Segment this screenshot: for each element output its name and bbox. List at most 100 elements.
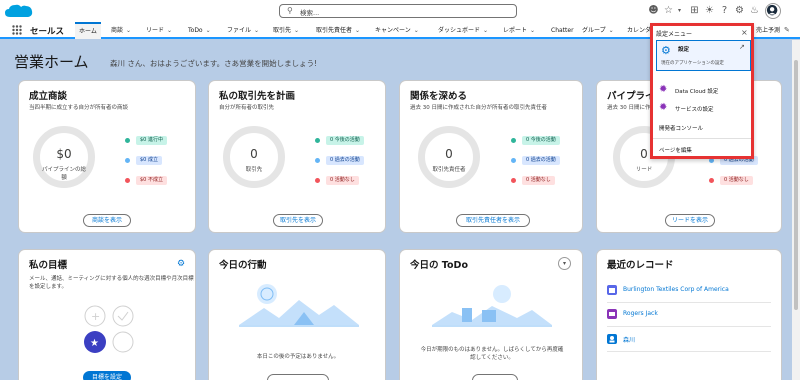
external-link-icon[interactable]: ↗ xyxy=(739,43,745,51)
legend-dot xyxy=(315,158,320,163)
tab-label: リード xyxy=(146,27,165,34)
view-contacts-button[interactable]: 取引先責任者を表示 xyxy=(456,214,530,227)
setup-menu-item-service[interactable]: サービスの設定 xyxy=(675,105,714,113)
tab-contacts[interactable]: 取引先責任者 ⌄ xyxy=(316,22,360,39)
ring-label: 取引先 xyxy=(245,167,263,173)
tab-label: ホーム xyxy=(79,28,97,35)
divider xyxy=(607,351,771,352)
tab-dashboards[interactable]: ダッシュボード ⌄ xyxy=(438,22,488,39)
legend-dot xyxy=(511,158,516,163)
card-title: 私の取引先を計画 xyxy=(219,91,296,102)
chevron-down-icon[interactable]: ⌄ xyxy=(206,27,211,34)
global-search-input[interactable]: ⚲ 検索... xyxy=(279,4,517,18)
svg-text:★: ★ xyxy=(90,338,99,349)
setup-menu-item-datacloud[interactable]: Data Cloud 設定 xyxy=(675,87,718,95)
recent-records-card: 最近のレコード Burlington Textiles Corp of Amer… xyxy=(596,249,782,380)
status-pill: $0 成立 xyxy=(136,156,162,165)
tab-label: 売上予測 xyxy=(756,27,781,34)
chevron-down-icon[interactable]: ⌄ xyxy=(254,27,259,34)
accounts-ring: 0 取引先 xyxy=(223,126,285,188)
tab-reports[interactable]: レポート ⌄ xyxy=(503,22,535,39)
tab-chatter[interactable]: Chatter xyxy=(551,22,574,39)
legend-dot xyxy=(511,138,516,143)
my-goals-card: 私の目標 ⚙ メール、通話、ミーティングに対する個人的な週次目標や月次目標を設定… xyxy=(18,249,196,380)
app-launcher-icon[interactable] xyxy=(12,25,22,35)
todays-tasks-card: 今日の ToDo ▾ 今日が期限のものはありません。しばらくしてから再度確認して… xyxy=(399,249,583,380)
goals-illustration: + ★ xyxy=(84,305,134,353)
data-cloud-icon: ✹ xyxy=(659,84,668,95)
ring-label: パイプラインの総額 xyxy=(41,167,86,181)
setup-menu-header: 設定メニュー xyxy=(656,31,693,38)
svg-text:+: + xyxy=(91,310,100,323)
tab-leads[interactable]: リード ⌄ xyxy=(146,22,172,39)
edit-nav-pencil-icon[interactable]: ✎ xyxy=(784,26,790,34)
tab-label: 取引先責任者 xyxy=(316,27,353,34)
chevron-down-icon[interactable]: ⌄ xyxy=(126,27,131,34)
set-goals-button[interactable]: 目標を設定 xyxy=(83,371,131,380)
setup-menu-item-edit-page[interactable]: ページを編集 xyxy=(659,146,692,154)
legend-dot xyxy=(125,158,130,163)
trailhead-icon[interactable]: ☀ xyxy=(703,4,716,17)
view-tasks-button[interactable] xyxy=(472,374,518,380)
help-icon[interactable]: ? xyxy=(718,4,731,17)
closed-opportunities-card: 成立商談 当四半期に成立する自分が所有者の商談 $0 パイプラインの総額 $0 … xyxy=(18,80,196,233)
tab-campaigns[interactable]: キャンペーン ⌄ xyxy=(375,22,419,39)
greeting-text: 森川 さん、おはようございます。さあ営業を開始しましょう! xyxy=(110,59,318,68)
einstein-icon[interactable]: ☻ xyxy=(647,4,660,17)
setup-gear-icon: ⚙ xyxy=(661,44,671,57)
view-leads-button[interactable]: リードを表示 xyxy=(665,214,715,227)
tab-accounts[interactable]: 取引先 ⌄ xyxy=(273,22,299,39)
recent-record-link[interactable]: Rogers Jack xyxy=(623,310,658,317)
global-actions-icon[interactable]: ⊞ xyxy=(688,4,701,17)
divider xyxy=(607,326,771,327)
task-filter-dropdown-icon[interactable]: ▾ xyxy=(558,257,571,270)
setup-menu-item-setup[interactable]: ⚙ 設定 ↗ 現在のアプリケーションの設定 xyxy=(656,40,751,71)
recent-record-link[interactable]: 森川 xyxy=(623,335,635,344)
chevron-down-icon[interactable]: ⌄ xyxy=(167,27,172,34)
legend-dot xyxy=(511,178,516,183)
scrollbar-thumb[interactable] xyxy=(794,60,798,310)
chevron-down-icon[interactable]: ⌄ xyxy=(530,27,535,34)
view-opportunities-button[interactable]: 商談を表示 xyxy=(83,214,131,227)
notifications-bell-icon[interactable]: ♨ xyxy=(748,4,761,17)
tab-groups[interactable]: グループ ⌄ xyxy=(582,22,614,39)
todays-events-card: 今日の行動 本日この後の予定はありません。 xyxy=(208,249,386,380)
card-subtitle: 過去 30 日間に作成された自分が所有者の取引先責任者 xyxy=(410,105,547,111)
chevron-down-icon[interactable]: ⌄ xyxy=(355,27,360,34)
search-icon: ⚲ xyxy=(287,6,293,15)
contacts-ring: 0 取引先責任者 xyxy=(418,126,480,188)
setup-menu-item-devconsole[interactable]: 開発者コンソール xyxy=(659,124,703,132)
view-accounts-button[interactable]: 取引先を表示 xyxy=(273,214,323,227)
legend-dot xyxy=(315,178,320,183)
recent-record-link[interactable]: Burlington Textiles Corp of America xyxy=(623,286,729,293)
ring-label: 取引先責任者 xyxy=(432,167,466,173)
user-avatar[interactable] xyxy=(765,3,781,19)
chevron-down-icon[interactable]: ⌄ xyxy=(483,27,488,34)
salesforce-logo[interactable] xyxy=(4,3,34,20)
app-name: セールス xyxy=(30,27,65,37)
chevron-down-icon[interactable]: ⌄ xyxy=(414,27,419,34)
tab-forecasts[interactable]: 売上予測 xyxy=(756,22,780,39)
tab-label: 取引先 xyxy=(273,27,292,34)
favorites-dropdown-icon[interactable]: ▾ xyxy=(673,4,686,17)
tab-calendar[interactable]: カレンダ xyxy=(627,22,651,39)
status-pill: 0 今後の活動 xyxy=(326,136,364,145)
tab-files[interactable]: ファイル ⌄ xyxy=(227,22,259,39)
pipeline-ring: $0 パイプラインの総額 xyxy=(33,126,95,188)
tab-label: ファイル xyxy=(227,27,252,34)
events-empty-text: 本日この後の予定はありません。 xyxy=(256,354,340,360)
events-illustration xyxy=(239,284,359,327)
close-icon[interactable]: × xyxy=(741,28,748,37)
tab-opportunities[interactable]: 商談 ⌄ xyxy=(111,22,131,39)
ring-value: $0 xyxy=(56,147,72,161)
tab-home[interactable]: ホーム xyxy=(75,22,101,39)
global-header: ⚲ 検索... ☻ ☆ ▾ ⊞ ☀ ? ⚙ ♨ xyxy=(0,0,800,22)
view-calendar-button[interactable] xyxy=(267,374,329,380)
chevron-down-icon[interactable]: ⌄ xyxy=(609,27,614,34)
status-pill: 0 活動なし xyxy=(522,176,555,185)
legend-dot xyxy=(125,138,130,143)
goals-settings-icon[interactable]: ⚙ xyxy=(177,259,185,269)
setup-gear-icon[interactable]: ⚙ xyxy=(733,4,746,17)
tab-todo[interactable]: ToDo ⌄ xyxy=(188,22,211,39)
chevron-down-icon[interactable]: ⌄ xyxy=(294,27,299,34)
